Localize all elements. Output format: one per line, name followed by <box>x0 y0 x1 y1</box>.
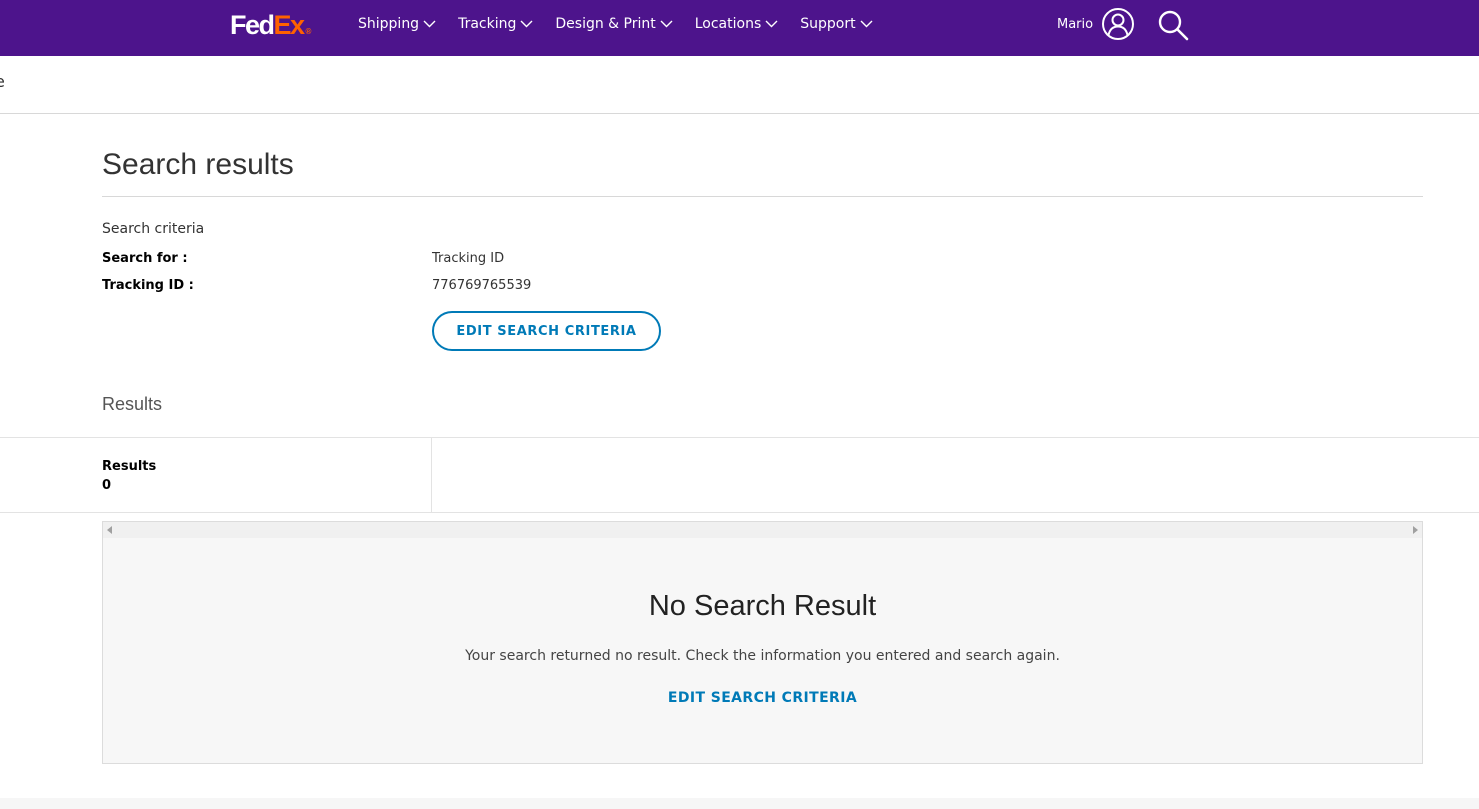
search-icon[interactable] <box>1157 9 1189 41</box>
nav-shipping[interactable]: Shipping <box>358 16 436 32</box>
chevron-down-icon <box>765 20 778 28</box>
page-title: Search results <box>102 148 294 181</box>
nav-shipping-label: Shipping <box>358 16 420 32</box>
chevron-down-icon <box>423 20 436 28</box>
results-count-label: Results <box>102 459 157 474</box>
criteria-value-tracking-id: 776769765539 <box>432 278 532 293</box>
title-divider <box>102 196 1423 197</box>
breadcrumb-bar: e <box>0 56 1479 114</box>
results-column-divider <box>431 438 432 513</box>
scroll-right-arrow-icon[interactable] <box>1413 526 1418 534</box>
nav-tracking[interactable]: Tracking <box>458 16 533 32</box>
main-nav: Shipping Tracking Design & Print Locatio… <box>358 0 895 48</box>
edit-search-criteria-link[interactable]: EDIT SEARCH CRITERIA <box>103 690 1422 706</box>
search-criteria-heading: Search criteria <box>102 221 205 237</box>
no-results-message: Your search returned no result. Check th… <box>465 648 1060 664</box>
results-heading: Results <box>102 394 163 414</box>
user-avatar-icon <box>1101 7 1135 41</box>
criteria-label-tracking-id: Tracking ID : <box>102 278 194 293</box>
chevron-down-icon <box>520 20 533 28</box>
criteria-value-search-for: Tracking ID <box>432 251 505 266</box>
logo-ex-text: Ex <box>273 10 306 40</box>
nav-design-print-label: Design & Print <box>555 16 656 32</box>
nav-support-label: Support <box>800 16 856 32</box>
no-results-title: No Search Result <box>648 590 877 622</box>
nav-tracking-label: Tracking <box>458 16 517 32</box>
top-navigation-bar: Fed Ex ® Shipping Tracking Design & Prin… <box>0 0 1479 56</box>
chevron-down-icon <box>860 20 873 28</box>
footer-band <box>0 798 1479 809</box>
nav-locations-label: Locations <box>694 16 762 32</box>
nav-design-print[interactable]: Design & Print <box>555 16 673 32</box>
edit-search-criteria-button[interactable]: EDIT SEARCH CRITERIA <box>432 311 661 351</box>
results-count-value: 0 <box>102 478 112 493</box>
scroll-left-arrow-icon[interactable] <box>107 526 112 534</box>
breadcrumb-text[interactable]: e <box>0 72 5 91</box>
user-account-menu[interactable]: Mario <box>1057 7 1135 41</box>
horizontal-scrollbar[interactable] <box>103 522 1422 538</box>
logo-registered-mark: ® <box>305 27 312 36</box>
results-summary: Results 0 <box>0 437 1479 513</box>
user-name: Mario <box>1057 16 1094 32</box>
fedex-logo[interactable]: Fed Ex ® <box>230 10 311 40</box>
logo-fed-text: Fed <box>230 10 275 40</box>
no-results-panel: No Search Result Your search returned no… <box>102 521 1423 764</box>
nav-support[interactable]: Support <box>800 16 873 32</box>
criteria-label-search-for: Search for : <box>102 251 188 266</box>
chevron-down-icon <box>660 20 673 28</box>
nav-locations[interactable]: Locations <box>695 16 779 32</box>
